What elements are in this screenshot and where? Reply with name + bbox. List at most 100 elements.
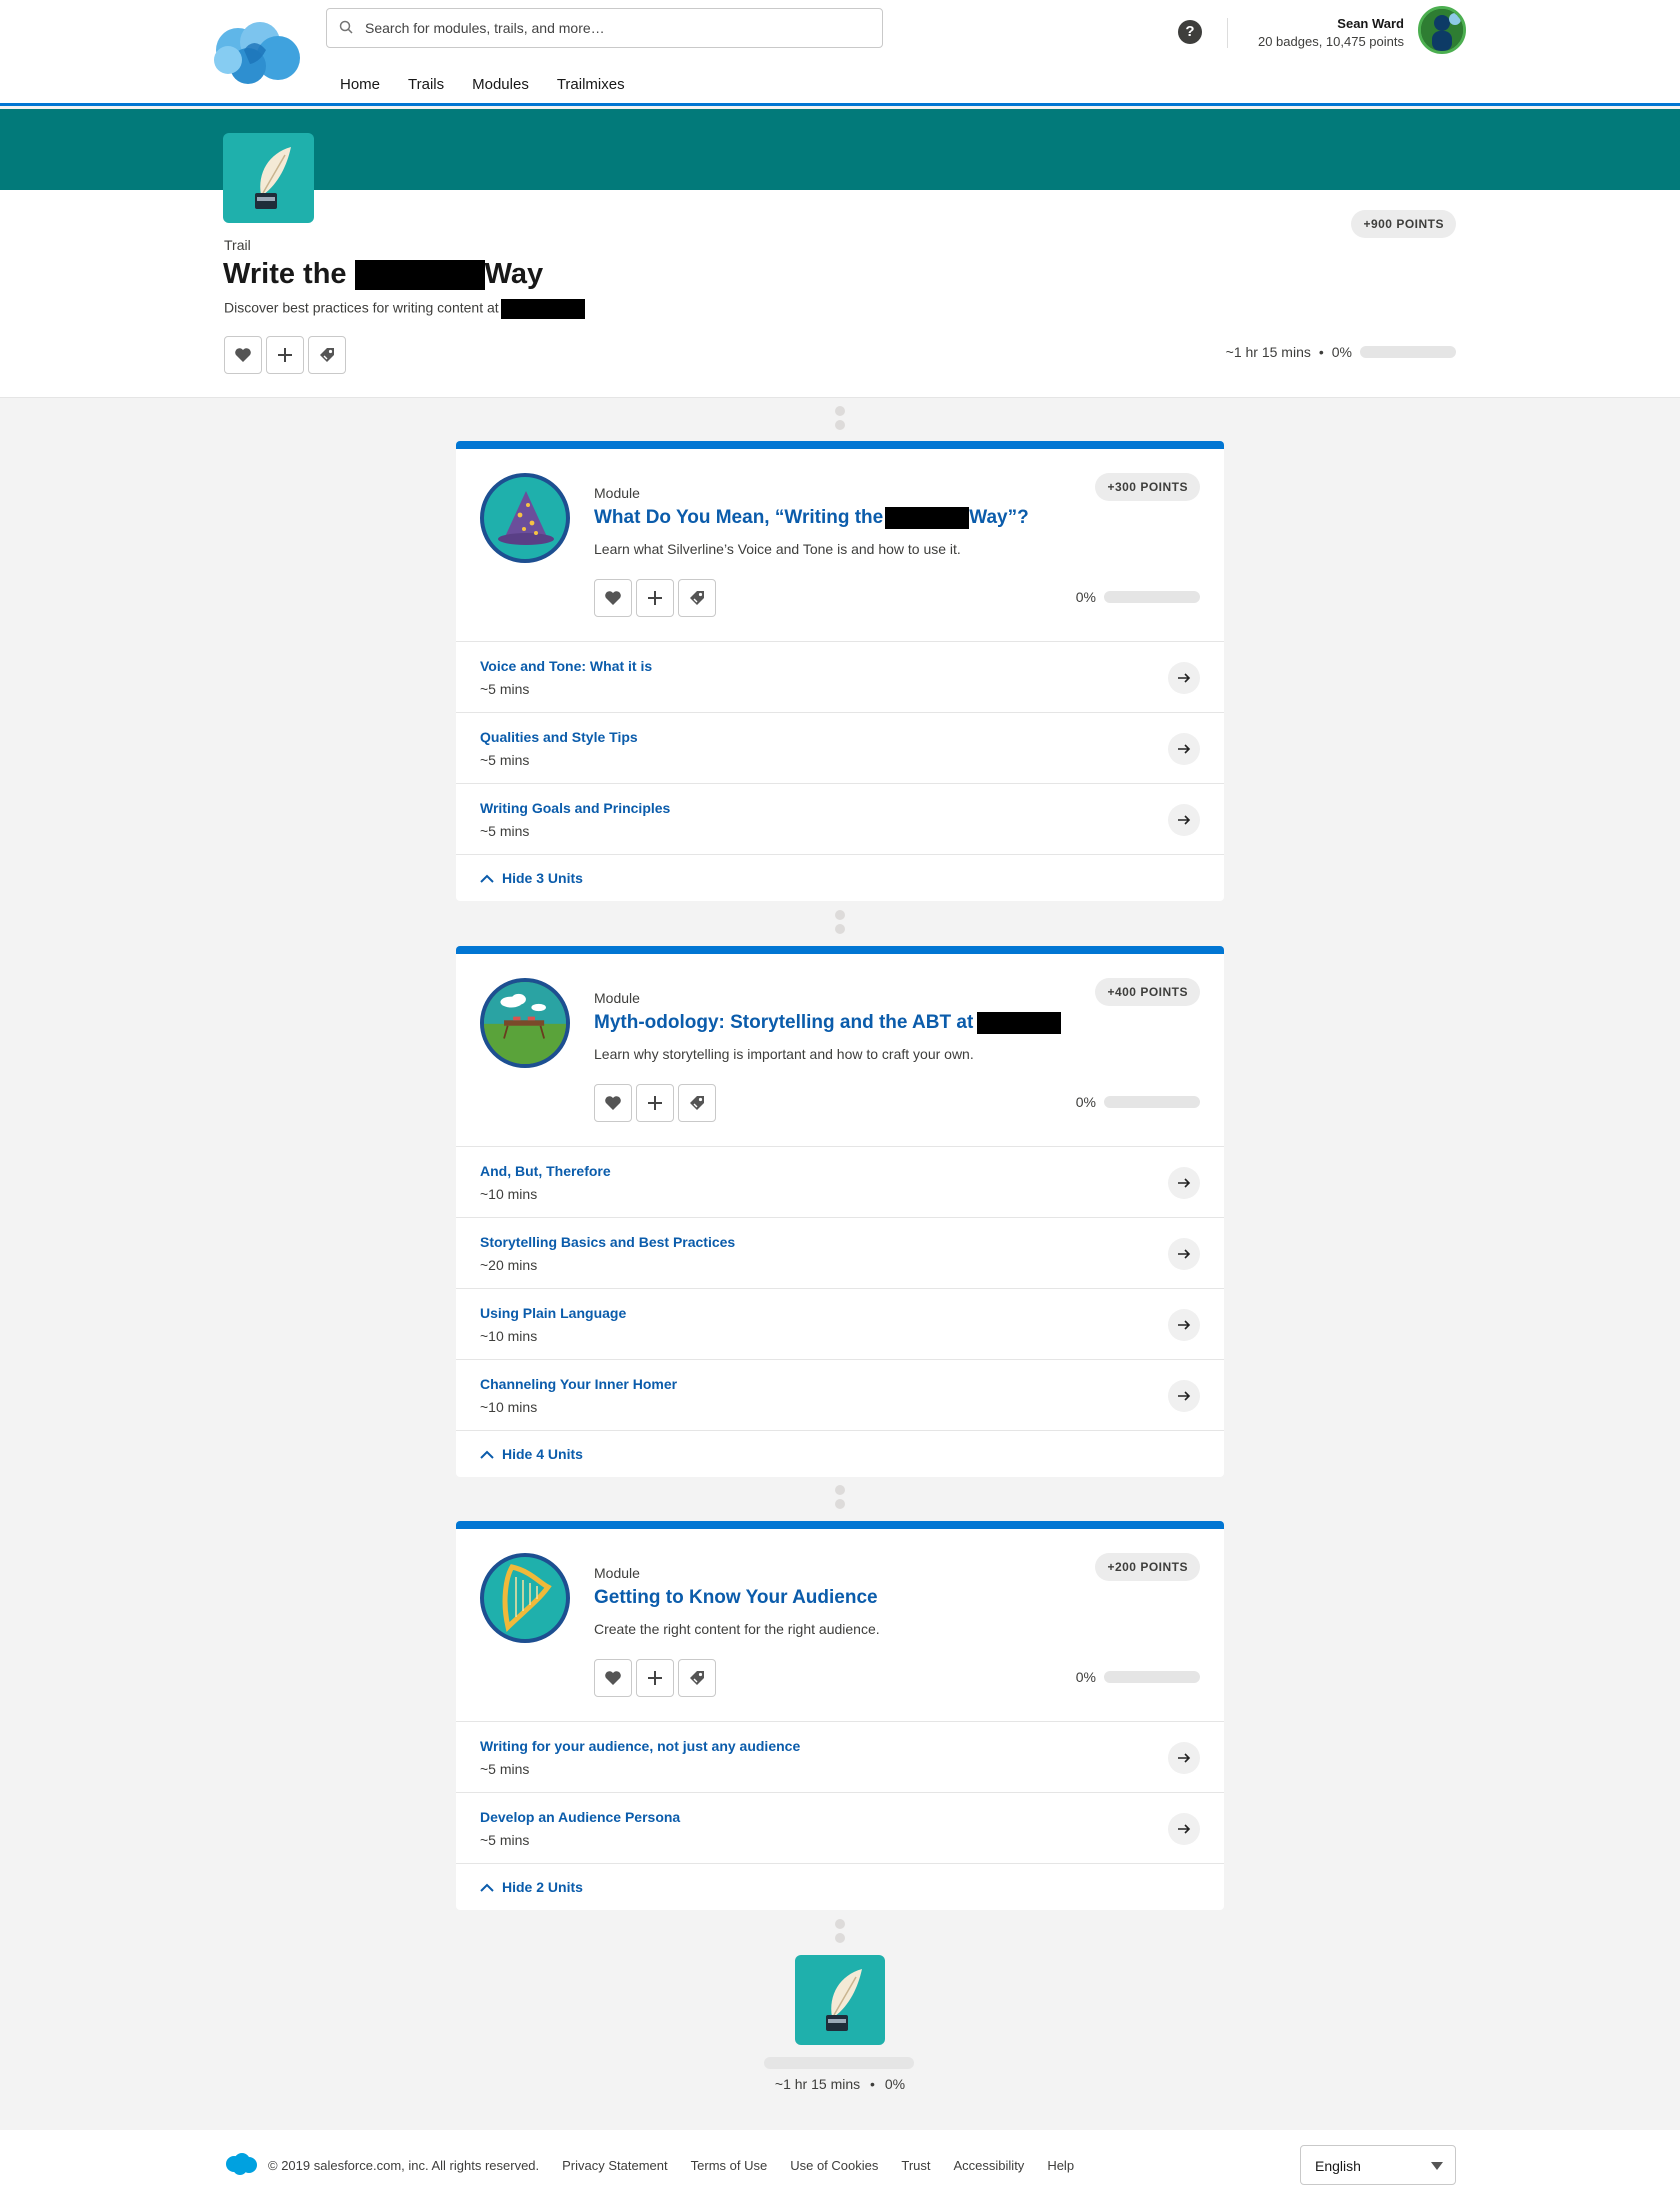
summary-percent: 0% [884, 2076, 906, 2092]
start-unit-button[interactable] [1168, 662, 1200, 694]
unit-title[interactable]: Develop an Audience Persona [480, 1809, 680, 1825]
unit-title[interactable]: Writing Goals and Principles [480, 800, 670, 816]
redacted-text [885, 507, 970, 529]
redacted-text [354, 260, 485, 291]
nav-trails[interactable]: Trails [408, 76, 444, 93]
assign-tag-button[interactable] [678, 1084, 716, 1122]
trail-progress: ~1 hr 15 mins • 0% [1226, 344, 1456, 360]
unit-row[interactable]: Writing Goals and Principles ~5 mins [456, 784, 1224, 855]
module-progress-bar [1104, 591, 1200, 603]
search-input[interactable] [363, 15, 863, 41]
footer-link-help[interactable]: Help [1047, 2158, 1074, 2173]
salesforce-logo[interactable] [224, 2152, 258, 2176]
add-to-trailmix-button[interactable] [266, 336, 304, 374]
start-unit-button[interactable] [1168, 1742, 1200, 1774]
unit-title[interactable]: Channeling Your Inner Homer [480, 1376, 677, 1392]
module-title-end: Way”? [969, 507, 1029, 529]
footer-link-cookies[interactable]: Use of Cookies [790, 2158, 878, 2173]
hide-units-toggle[interactable]: Hide 3 Units [456, 855, 1224, 901]
unit-row[interactable]: Channeling Your Inner Homer ~10 mins [456, 1360, 1224, 1431]
module-description: Create the right content for the right a… [594, 1621, 880, 1637]
summary-progress: ~1 hr 15 mins • 0% [0, 2076, 1680, 2092]
footer-link-trust[interactable]: Trust [901, 2158, 930, 2173]
module-header: Module Myth-odology: Storytelling and th… [456, 954, 1224, 1147]
start-unit-button[interactable] [1168, 1380, 1200, 1412]
start-unit-button[interactable] [1168, 804, 1200, 836]
module-badge[interactable] [480, 1553, 570, 1643]
unit-row[interactable]: Storytelling Basics and Best Practices ~… [456, 1218, 1224, 1289]
start-unit-button[interactable] [1168, 733, 1200, 765]
assign-tag-button[interactable] [308, 336, 346, 374]
trailhead-logo[interactable] [208, 20, 304, 88]
start-unit-button[interactable] [1168, 1167, 1200, 1199]
unit-row[interactable]: Qualities and Style Tips ~5 mins [456, 713, 1224, 784]
module-progress: 0% [1076, 1094, 1200, 1110]
tag-icon [690, 1096, 704, 1110]
start-unit-button[interactable] [1168, 1238, 1200, 1270]
trail-description-text: Discover best practices for writing cont… [224, 299, 499, 316]
module-header: Module Getting to Know Your Audience Cre… [456, 1529, 1224, 1722]
plus-icon [648, 591, 662, 605]
hide-units-toggle[interactable]: Hide 2 Units [456, 1864, 1224, 1910]
module-card: Module What Do You Mean, “Writing the Way… [456, 441, 1224, 901]
footer: © 2019 salesforce.com, inc. All rights r… [0, 2130, 1680, 2202]
search-box[interactable] [326, 8, 883, 48]
module-title[interactable]: Getting to Know Your Audience [594, 1587, 878, 1609]
unit-title[interactable]: And, But, Therefore [480, 1163, 611, 1179]
module-badge[interactable] [480, 473, 570, 563]
chevron-up-icon [480, 1883, 494, 1892]
start-unit-button[interactable] [1168, 1813, 1200, 1845]
wizard-hat-icon [498, 491, 554, 545]
trail-completion-icon [795, 1955, 885, 2045]
favorite-button[interactable] [594, 579, 632, 617]
hide-units-label: Hide 3 Units [502, 870, 583, 886]
language-select[interactable]: English [1300, 2145, 1456, 2185]
add-to-trailmix-button[interactable] [636, 1659, 674, 1697]
start-unit-button[interactable] [1168, 1309, 1200, 1341]
hide-units-toggle[interactable]: Hide 4 Units [456, 1431, 1224, 1477]
unit-title[interactable]: Qualities and Style Tips [480, 729, 638, 745]
trail-connector [834, 406, 846, 434]
trail-connector [834, 1919, 846, 1947]
trail-icon [223, 133, 314, 223]
help-icon[interactable]: ? [1178, 20, 1202, 44]
assign-tag-button[interactable] [678, 579, 716, 617]
footer-link-privacy[interactable]: Privacy Statement [562, 2158, 668, 2173]
tag-icon [690, 591, 704, 605]
footer-link-terms[interactable]: Terms of Use [691, 2158, 768, 2173]
favorite-button[interactable] [224, 336, 262, 374]
unit-title[interactable]: Storytelling Basics and Best Practices [480, 1234, 735, 1250]
module-progress-bar [1104, 1096, 1200, 1108]
unit-row[interactable]: Voice and Tone: What it is ~5 mins [456, 642, 1224, 713]
avatar[interactable] [1418, 6, 1466, 54]
module-badge[interactable] [480, 978, 570, 1068]
nav-home[interactable]: Home [340, 76, 380, 93]
nav-modules[interactable]: Modules [472, 76, 529, 93]
arrow-right-icon [1178, 1249, 1191, 1259]
assign-tag-button[interactable] [678, 1659, 716, 1697]
unit-row[interactable]: Using Plain Language ~10 mins [456, 1289, 1224, 1360]
favorite-button[interactable] [594, 1084, 632, 1122]
favorite-button[interactable] [594, 1659, 632, 1697]
module-title-start: What Do You Mean, “Writing the [594, 507, 884, 529]
hide-units-label: Hide 4 Units [502, 1446, 583, 1462]
module-title[interactable]: Myth-odology: Storytelling and the ABT a… [594, 1012, 1062, 1034]
nav-trailmixes[interactable]: Trailmixes [557, 76, 625, 93]
quill-icon [254, 147, 291, 209]
unit-title[interactable]: Voice and Tone: What it is [480, 658, 652, 674]
unit-row[interactable]: And, But, Therefore ~10 mins [456, 1147, 1224, 1218]
footer-link-accessibility[interactable]: Accessibility [954, 2158, 1025, 2173]
user-name[interactable]: Sean Ward [1337, 16, 1404, 31]
unit-title[interactable]: Writing for your audience, not just any … [480, 1738, 800, 1754]
add-to-trailmix-button[interactable] [636, 1084, 674, 1122]
add-to-trailmix-button[interactable] [636, 579, 674, 617]
unit-row[interactable]: Writing for your audience, not just any … [456, 1722, 1224, 1793]
unit-title[interactable]: Using Plain Language [480, 1305, 626, 1321]
module-title[interactable]: What Do You Mean, “Writing the Way”? [594, 507, 1029, 529]
trail-duration: ~1 hr 15 mins [1225, 344, 1311, 360]
redacted-text [500, 299, 585, 319]
summary-duration: ~1 hr 15 mins [774, 2076, 861, 2092]
user-stats: 20 badges, 10,475 points [1257, 34, 1404, 49]
copyright-text: © 2019 salesforce.com, inc. All rights r… [268, 2158, 540, 2173]
unit-row[interactable]: Develop an Audience Persona ~5 mins [456, 1793, 1224, 1864]
